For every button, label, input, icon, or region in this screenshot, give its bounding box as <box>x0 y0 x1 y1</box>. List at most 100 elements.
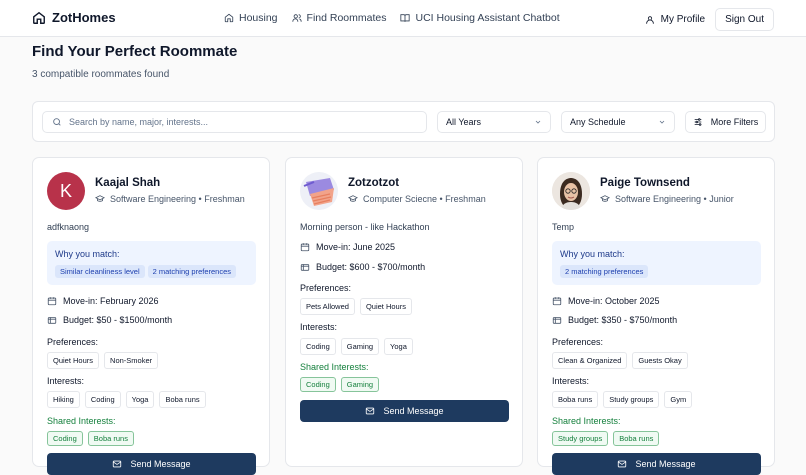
sliders-icon <box>693 117 703 127</box>
interest-tag: Gaming <box>340 338 380 355</box>
roommate-name: Zotzotzot <box>348 177 400 189</box>
roommate-bio: adfknaong <box>47 222 90 232</box>
move-in-text: Move-in: June 2025 <box>316 242 396 252</box>
interest-tag: Yoga <box>384 338 413 355</box>
preference-tag: Clean & Organized <box>552 352 628 369</box>
roommate-name: Kaajal Shah <box>95 177 161 189</box>
year-select-value: All Years <box>446 117 482 127</box>
why-match-label: Why you match: <box>560 249 625 259</box>
match-badge: 2 matching preferences <box>560 265 649 278</box>
top-nav: ZotHomes Housing Find Roommates UCI Hous… <box>0 0 806 37</box>
send-message-label: Send Message <box>635 459 696 469</box>
match-badge: Similar cleanliness level <box>55 265 145 278</box>
more-filters-button[interactable]: More Filters <box>685 111 766 133</box>
shared-interest-tag: Boba runs <box>613 431 660 446</box>
send-message-button[interactable]: Send Message <box>300 400 509 422</box>
shared-interest-tag: Study groups <box>552 431 609 446</box>
brand-logo[interactable]: ZotHomes <box>32 10 116 25</box>
nav-link-find-roommates[interactable]: Find Roommates <box>291 12 386 24</box>
graduation-cap-icon <box>95 194 105 204</box>
chevron-down-icon <box>658 118 666 126</box>
interest-tag: Boba runs <box>552 391 599 408</box>
move-in-text: Move-in: February 2026 <box>63 296 159 306</box>
search-icon <box>52 117 62 127</box>
move-in-row: Move-in: June 2025 <box>300 242 395 252</box>
year-select[interactable]: All Years <box>437 111 551 133</box>
nav-link-chatbot[interactable]: UCI Housing Assistant Chatbot <box>400 12 560 24</box>
budget-text: Budget: $600 - $700/month <box>316 262 426 272</box>
my-profile-link[interactable]: My Profile <box>645 14 705 25</box>
mail-icon <box>112 459 122 469</box>
chevron-down-icon <box>534 118 542 126</box>
roommate-major: Software Engineering • Junior <box>615 194 734 204</box>
preference-tag: Quiet Hours <box>359 298 412 315</box>
book-icon <box>400 13 411 23</box>
preferences-label: Preferences: <box>47 337 99 347</box>
shared-interest-tag: Coding <box>300 377 336 392</box>
wallet-icon <box>552 315 562 325</box>
mail-icon <box>617 459 627 469</box>
roommate-major: Software Engineering • Freshman <box>110 194 245 204</box>
interest-tag: Hiking <box>47 391 80 408</box>
calendar-icon <box>552 296 562 306</box>
nav-link-label: UCI Housing Assistant Chatbot <box>415 12 560 24</box>
more-filters-label: More Filters <box>710 117 759 127</box>
results-count: 3 compatible roommates found <box>32 69 170 80</box>
interests-label: Interests: <box>47 376 85 386</box>
interest-tag: Boba runs <box>159 391 206 408</box>
search-input[interactable]: Search by name, major, interests... <box>42 111 427 133</box>
match-reasons: Why you match: Similar cleanliness level… <box>47 241 256 285</box>
shared-interests-label: Shared Interests: <box>552 416 621 426</box>
interests-label: Interests: <box>552 376 590 386</box>
preferences-label: Preferences: <box>300 283 352 293</box>
page-title: Find Your Perfect Roommate <box>32 43 238 60</box>
home-icon <box>224 13 234 23</box>
search-placeholder: Search by name, major, interests... <box>69 117 209 127</box>
preference-tag: Guests Okay <box>632 352 688 369</box>
preferences-label: Preferences: <box>552 337 604 347</box>
sign-out-button[interactable]: Sign Out <box>715 8 774 31</box>
roommate-card: Zotzotzot Computer Sciecne • Freshman Mo… <box>285 157 523 467</box>
shared-interests-label: Shared Interests: <box>47 416 116 426</box>
move-in-row: Move-in: October 2025 <box>552 296 660 306</box>
interests-label: Interests: <box>300 322 338 332</box>
roommate-bio: Temp <box>552 222 575 232</box>
interest-tag: Gym <box>664 391 693 408</box>
budget-row: Budget: $50 - $1500/month <box>47 315 172 325</box>
schedule-select[interactable]: Any Schedule <box>561 111 675 133</box>
calendar-icon <box>300 242 310 252</box>
roommate-card: K Kaajal Shah Software Engineering • Fre… <box>32 157 270 475</box>
why-match-label: Why you match: <box>55 249 120 259</box>
move-in-text: Move-in: October 2025 <box>568 296 660 306</box>
budget-row: Budget: $350 - $750/month <box>552 315 677 325</box>
avatar: K <box>47 172 85 210</box>
move-in-row: Move-in: February 2026 <box>47 296 159 306</box>
interest-tag: Coding <box>300 338 336 355</box>
avatar <box>552 172 590 210</box>
mail-icon <box>365 406 375 416</box>
interest-tag: Yoga <box>125 391 155 408</box>
user-icon <box>645 15 655 25</box>
avatar <box>300 172 338 210</box>
shared-interest-tag: Gaming <box>340 377 380 392</box>
nav-link-housing[interactable]: Housing <box>224 12 278 24</box>
preference-tag: Pets Allowed <box>300 298 355 315</box>
send-message-button[interactable]: Send Message <box>552 453 761 475</box>
my-profile-label: My Profile <box>660 14 706 25</box>
users-icon <box>291 13 302 23</box>
nav-link-label: Housing <box>239 12 278 24</box>
shared-interest-tag: Boba runs <box>87 431 134 446</box>
schedule-select-value: Any Schedule <box>570 117 626 127</box>
roommate-bio: Morning person - like Hackathon <box>300 222 430 232</box>
match-reasons: Why you match: 2 matching preferences <box>552 241 761 285</box>
filter-bar: Search by name, major, interests... All … <box>32 101 775 142</box>
send-message-button[interactable]: Send Message <box>47 453 256 475</box>
interest-tag: Study groups <box>603 391 660 408</box>
shared-interest-tag: Coding <box>47 431 83 446</box>
wallet-icon <box>47 315 57 325</box>
interest-tag: Coding <box>84 391 121 408</box>
preference-tag: Non-Smoker <box>104 352 159 369</box>
budget-text: Budget: $350 - $750/month <box>568 315 678 325</box>
graduation-cap-icon <box>600 194 610 204</box>
match-badge: 2 matching preferences <box>147 265 237 278</box>
